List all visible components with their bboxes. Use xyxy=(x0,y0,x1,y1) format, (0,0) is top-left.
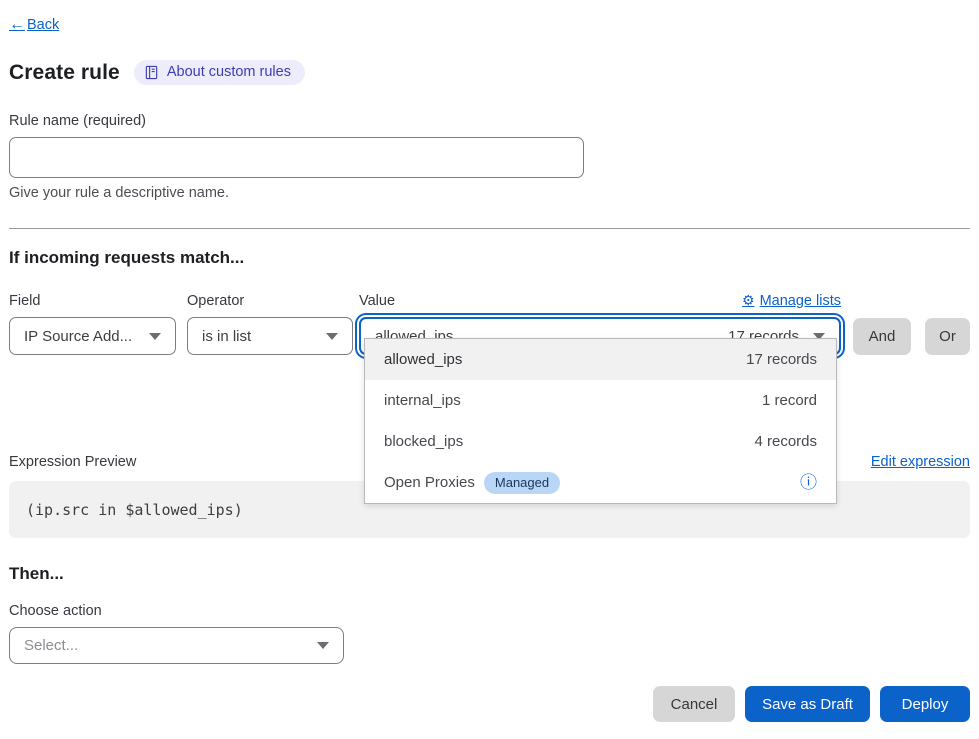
field-label: Field xyxy=(9,293,176,309)
rule-name-label: Rule name (required) xyxy=(9,113,970,129)
and-button[interactable]: And xyxy=(853,318,911,355)
expression-code: (ip.src in $allowed_ips) xyxy=(26,501,243,519)
rule-name-input[interactable] xyxy=(9,137,584,178)
value-dropdown-menu: allowed_ips 17 records internal_ips 1 re… xyxy=(364,338,837,504)
list-name: blocked_ips xyxy=(384,433,463,450)
info-icon[interactable]: ⓘ xyxy=(800,474,817,491)
gear-icon: ⚙ xyxy=(742,292,755,309)
back-link-label: Back xyxy=(27,17,59,33)
cancel-button[interactable]: Cancel xyxy=(653,686,735,722)
manage-lists-link[interactable]: ⚙ Manage lists xyxy=(742,292,841,309)
choose-action-select[interactable]: Select... xyxy=(9,627,344,664)
chevron-down-icon xyxy=(149,333,161,340)
list-records-count: 17 records xyxy=(746,351,817,368)
or-button[interactable]: Or xyxy=(925,318,970,355)
operator-select-value: is in list xyxy=(202,328,251,345)
create-rule-page: ←Back Create rule About custom rules Rul… xyxy=(0,0,979,722)
page-title: Create rule xyxy=(9,61,120,85)
dropdown-item-blocked-ips[interactable]: blocked_ips 4 records xyxy=(365,421,836,462)
choose-action-label: Choose action xyxy=(9,603,970,619)
deploy-button[interactable]: Deploy xyxy=(880,686,970,722)
value-label: Value xyxy=(359,293,395,309)
manage-lists-label: Manage lists xyxy=(760,293,841,309)
expression-builder-row: Field IP Source Add... Operator is in li… xyxy=(9,292,970,355)
match-section-heading: If incoming requests match... xyxy=(9,248,970,268)
about-custom-rules-link[interactable]: About custom rules xyxy=(134,60,305,85)
back-link[interactable]: ←Back xyxy=(9,17,59,33)
save-as-draft-button[interactable]: Save as Draft xyxy=(745,686,870,722)
field-select[interactable]: IP Source Add... xyxy=(9,317,176,355)
back-arrow-icon: ← xyxy=(9,16,25,33)
managed-badge: Managed xyxy=(484,472,560,494)
choose-action-placeholder: Select... xyxy=(24,637,78,654)
dropdown-item-internal-ips[interactable]: internal_ips 1 record xyxy=(365,380,836,421)
list-name: Open Proxies xyxy=(384,474,475,491)
operator-select[interactable]: is in list xyxy=(187,317,353,355)
chevron-down-icon xyxy=(326,333,338,340)
dropdown-item-open-proxies[interactable]: Open Proxies Managed ⓘ xyxy=(365,462,836,503)
list-name: internal_ips xyxy=(384,392,461,409)
then-section-heading: Then... xyxy=(9,564,970,584)
book-icon xyxy=(144,65,159,80)
section-divider xyxy=(9,228,970,229)
list-name: allowed_ips xyxy=(384,351,462,368)
rule-name-helper: Give your rule a descriptive name. xyxy=(9,185,970,201)
dropdown-item-allowed-ips[interactable]: allowed_ips 17 records xyxy=(365,339,836,380)
expression-preview-label: Expression Preview xyxy=(9,454,136,470)
list-records-count: 4 records xyxy=(754,433,817,450)
list-records-count: 1 record xyxy=(762,392,817,409)
back-row: ←Back xyxy=(9,16,970,34)
footer-actions: Cancel Save as Draft Deploy xyxy=(9,686,970,722)
about-custom-rules-label: About custom rules xyxy=(167,64,291,80)
chevron-down-icon xyxy=(317,642,329,649)
edit-expression-link[interactable]: Edit expression xyxy=(871,454,970,470)
title-row: Create rule About custom rules xyxy=(9,60,970,85)
operator-label: Operator xyxy=(187,293,353,309)
field-select-value: IP Source Add... xyxy=(24,328,132,345)
